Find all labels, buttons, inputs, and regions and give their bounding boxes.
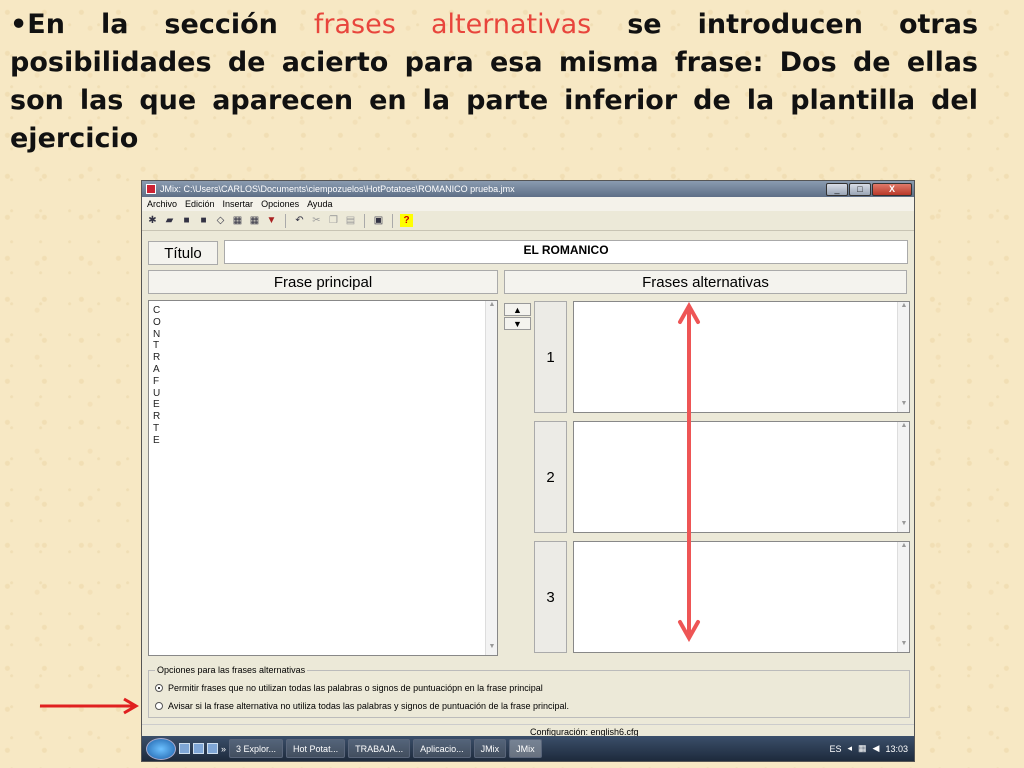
scroll-down-icon[interactable]: ▼: [486, 643, 498, 655]
scroll-down-icon[interactable]: ▼: [898, 400, 910, 412]
language-indicator[interactable]: ES: [829, 744, 841, 754]
maximize-button[interactable]: □: [849, 182, 871, 196]
cut-icon[interactable]: ✂: [310, 214, 323, 227]
help-icon[interactable]: ?: [400, 214, 413, 227]
tray-chevron-icon[interactable]: ◂: [848, 743, 853, 754]
alt-phrase-textarea-3[interactable]: ▲ ▼: [573, 541, 910, 653]
paragraph-start: En la sección: [27, 9, 314, 40]
copy-icon[interactable]: ❐: [327, 214, 340, 227]
toolbar: ✱ ▰ ■ ■ ◇ ▦ ▦ ▼ ↶ ✂ ❐ ▤ ▣ ?: [142, 211, 914, 231]
show-desktop-icon[interactable]: [179, 743, 190, 754]
minimize-button[interactable]: _: [826, 182, 848, 196]
task-explorer[interactable]: 3 Explor...: [229, 739, 284, 758]
alt-number-1[interactable]: 1: [534, 301, 567, 413]
alt-options-group: Opciones para las frases alternativas Pe…: [148, 665, 910, 718]
web-page-icon[interactable]: ▦: [231, 214, 244, 227]
task-hotpotatoes[interactable]: Hot Potat...: [286, 739, 346, 758]
horizontal-pointer-arrow: [40, 697, 139, 715]
scroll-down-icon[interactable]: ▼: [898, 520, 910, 532]
scroll-up-icon[interactable]: ▲: [486, 301, 498, 313]
title-input[interactable]: EL ROMANICO: [224, 240, 908, 264]
new-file-icon[interactable]: ✱: [146, 214, 159, 227]
save-icon[interactable]: ■: [180, 214, 193, 227]
alt-phrase-textarea-2[interactable]: ▲ ▼: [573, 421, 910, 533]
options-legend: Opciones para las frases alternativas: [155, 665, 308, 675]
menu-bar: Archivo Edición Insertar Opciones Ayuda: [142, 197, 914, 211]
highlight-text: frases alternativas: [313, 9, 592, 40]
toolbar-separator: [285, 213, 286, 228]
option-allow-partial[interactable]: Permitir frases que no utilizan todas la…: [155, 683, 543, 693]
preview-icon[interactable]: ▣: [372, 214, 385, 227]
task-jmix-1[interactable]: JMix: [473, 739, 507, 758]
eraser-icon[interactable]: ◇: [214, 214, 227, 227]
app-icon: [146, 184, 156, 194]
title-bar[interactable]: JMix: C:\Users\CARLOS\Documents\ciempozu…: [142, 181, 914, 197]
switch-windows-icon[interactable]: [193, 743, 204, 754]
open-folder-icon[interactable]: ▰: [163, 214, 176, 227]
task-powerpoint[interactable]: TRABAJA...: [348, 739, 411, 758]
close-button[interactable]: X: [872, 182, 912, 196]
slide-paragraph: •En la sección frases alternativas se in…: [10, 6, 978, 158]
task-jmix-2[interactable]: JMix: [509, 739, 542, 758]
radio-warn-partial[interactable]: [155, 702, 163, 710]
paste-icon[interactable]: ▤: [344, 214, 357, 227]
alt-scrollbar-3[interactable]: ▲ ▼: [897, 542, 909, 652]
start-button-icon[interactable]: [146, 737, 176, 760]
network-icon[interactable]: ▦: [858, 743, 867, 754]
jmix-window: JMix: C:\Users\CARLOS\Documents\ciempozu…: [141, 180, 915, 762]
vertical-double-arrow: [678, 302, 700, 642]
alt-number-2[interactable]: 2: [534, 421, 567, 533]
undo-icon[interactable]: ↶: [293, 214, 306, 227]
clock[interactable]: 13:03: [885, 744, 908, 754]
scroll-alt-down-button[interactable]: ▼: [504, 317, 531, 330]
menu-edicion[interactable]: Edición: [185, 199, 215, 209]
export-icon[interactable]: ▦: [248, 214, 261, 227]
alt-phrase-textarea-1[interactable]: ▲ ▼: [573, 301, 910, 413]
option-allow-partial-label: Permitir frases que no utilizan todas la…: [168, 683, 543, 693]
alt-number-3[interactable]: 3: [534, 541, 567, 653]
main-phrase-header: Frase principal: [148, 270, 498, 294]
arrow-icon[interactable]: ▼: [265, 214, 278, 227]
save-as-icon[interactable]: ■: [197, 214, 210, 227]
scroll-up-icon[interactable]: ▲: [898, 422, 910, 434]
alt-phrases-header: Frases alternativas: [504, 270, 907, 294]
main-phrase-text: CONTRAFUERTE: [153, 305, 161, 446]
window-title: JMix: C:\Users\CARLOS\Documents\ciempozu…: [160, 184, 515, 194]
alt-scrollbar-1[interactable]: ▲ ▼: [897, 302, 909, 412]
option-warn-partial-label: Avisar si la frase alternativa no utiliz…: [168, 701, 570, 711]
menu-archivo[interactable]: Archivo: [147, 199, 177, 209]
task-aplicaciones[interactable]: Aplicacio...: [413, 739, 471, 758]
main-scrollbar[interactable]: ▲ ▼: [485, 301, 497, 655]
option-warn-partial[interactable]: Avisar si la frase alternativa no utiliz…: [155, 701, 569, 711]
menu-ayuda[interactable]: Ayuda: [307, 199, 332, 209]
volume-icon[interactable]: ◀: [873, 743, 880, 754]
menu-opciones[interactable]: Opciones: [261, 199, 299, 209]
toolbar-separator: [364, 213, 365, 228]
scroll-down-icon[interactable]: ▼: [898, 640, 910, 652]
system-tray: ES ◂ ▦ ◀ 13:03: [829, 743, 914, 754]
radio-allow-partial[interactable]: [155, 684, 163, 692]
scroll-up-icon[interactable]: ▲: [898, 542, 910, 554]
scroll-alt-up-button[interactable]: ▲: [504, 303, 531, 316]
toolbar-separator: [392, 213, 393, 228]
alt-scrollbar-2[interactable]: ▲ ▼: [897, 422, 909, 532]
internet-explorer-icon[interactable]: [207, 743, 218, 754]
menu-insertar[interactable]: Insertar: [223, 199, 254, 209]
taskbar: » 3 Explor... Hot Potat... TRABAJA... Ap…: [142, 736, 914, 761]
scroll-up-icon[interactable]: ▲: [898, 302, 910, 314]
bullet: •: [10, 9, 28, 40]
more-icon[interactable]: »: [221, 744, 226, 754]
main-phrase-textarea[interactable]: CONTRAFUERTE ▲ ▼: [148, 300, 498, 656]
title-label: Título: [148, 241, 218, 265]
